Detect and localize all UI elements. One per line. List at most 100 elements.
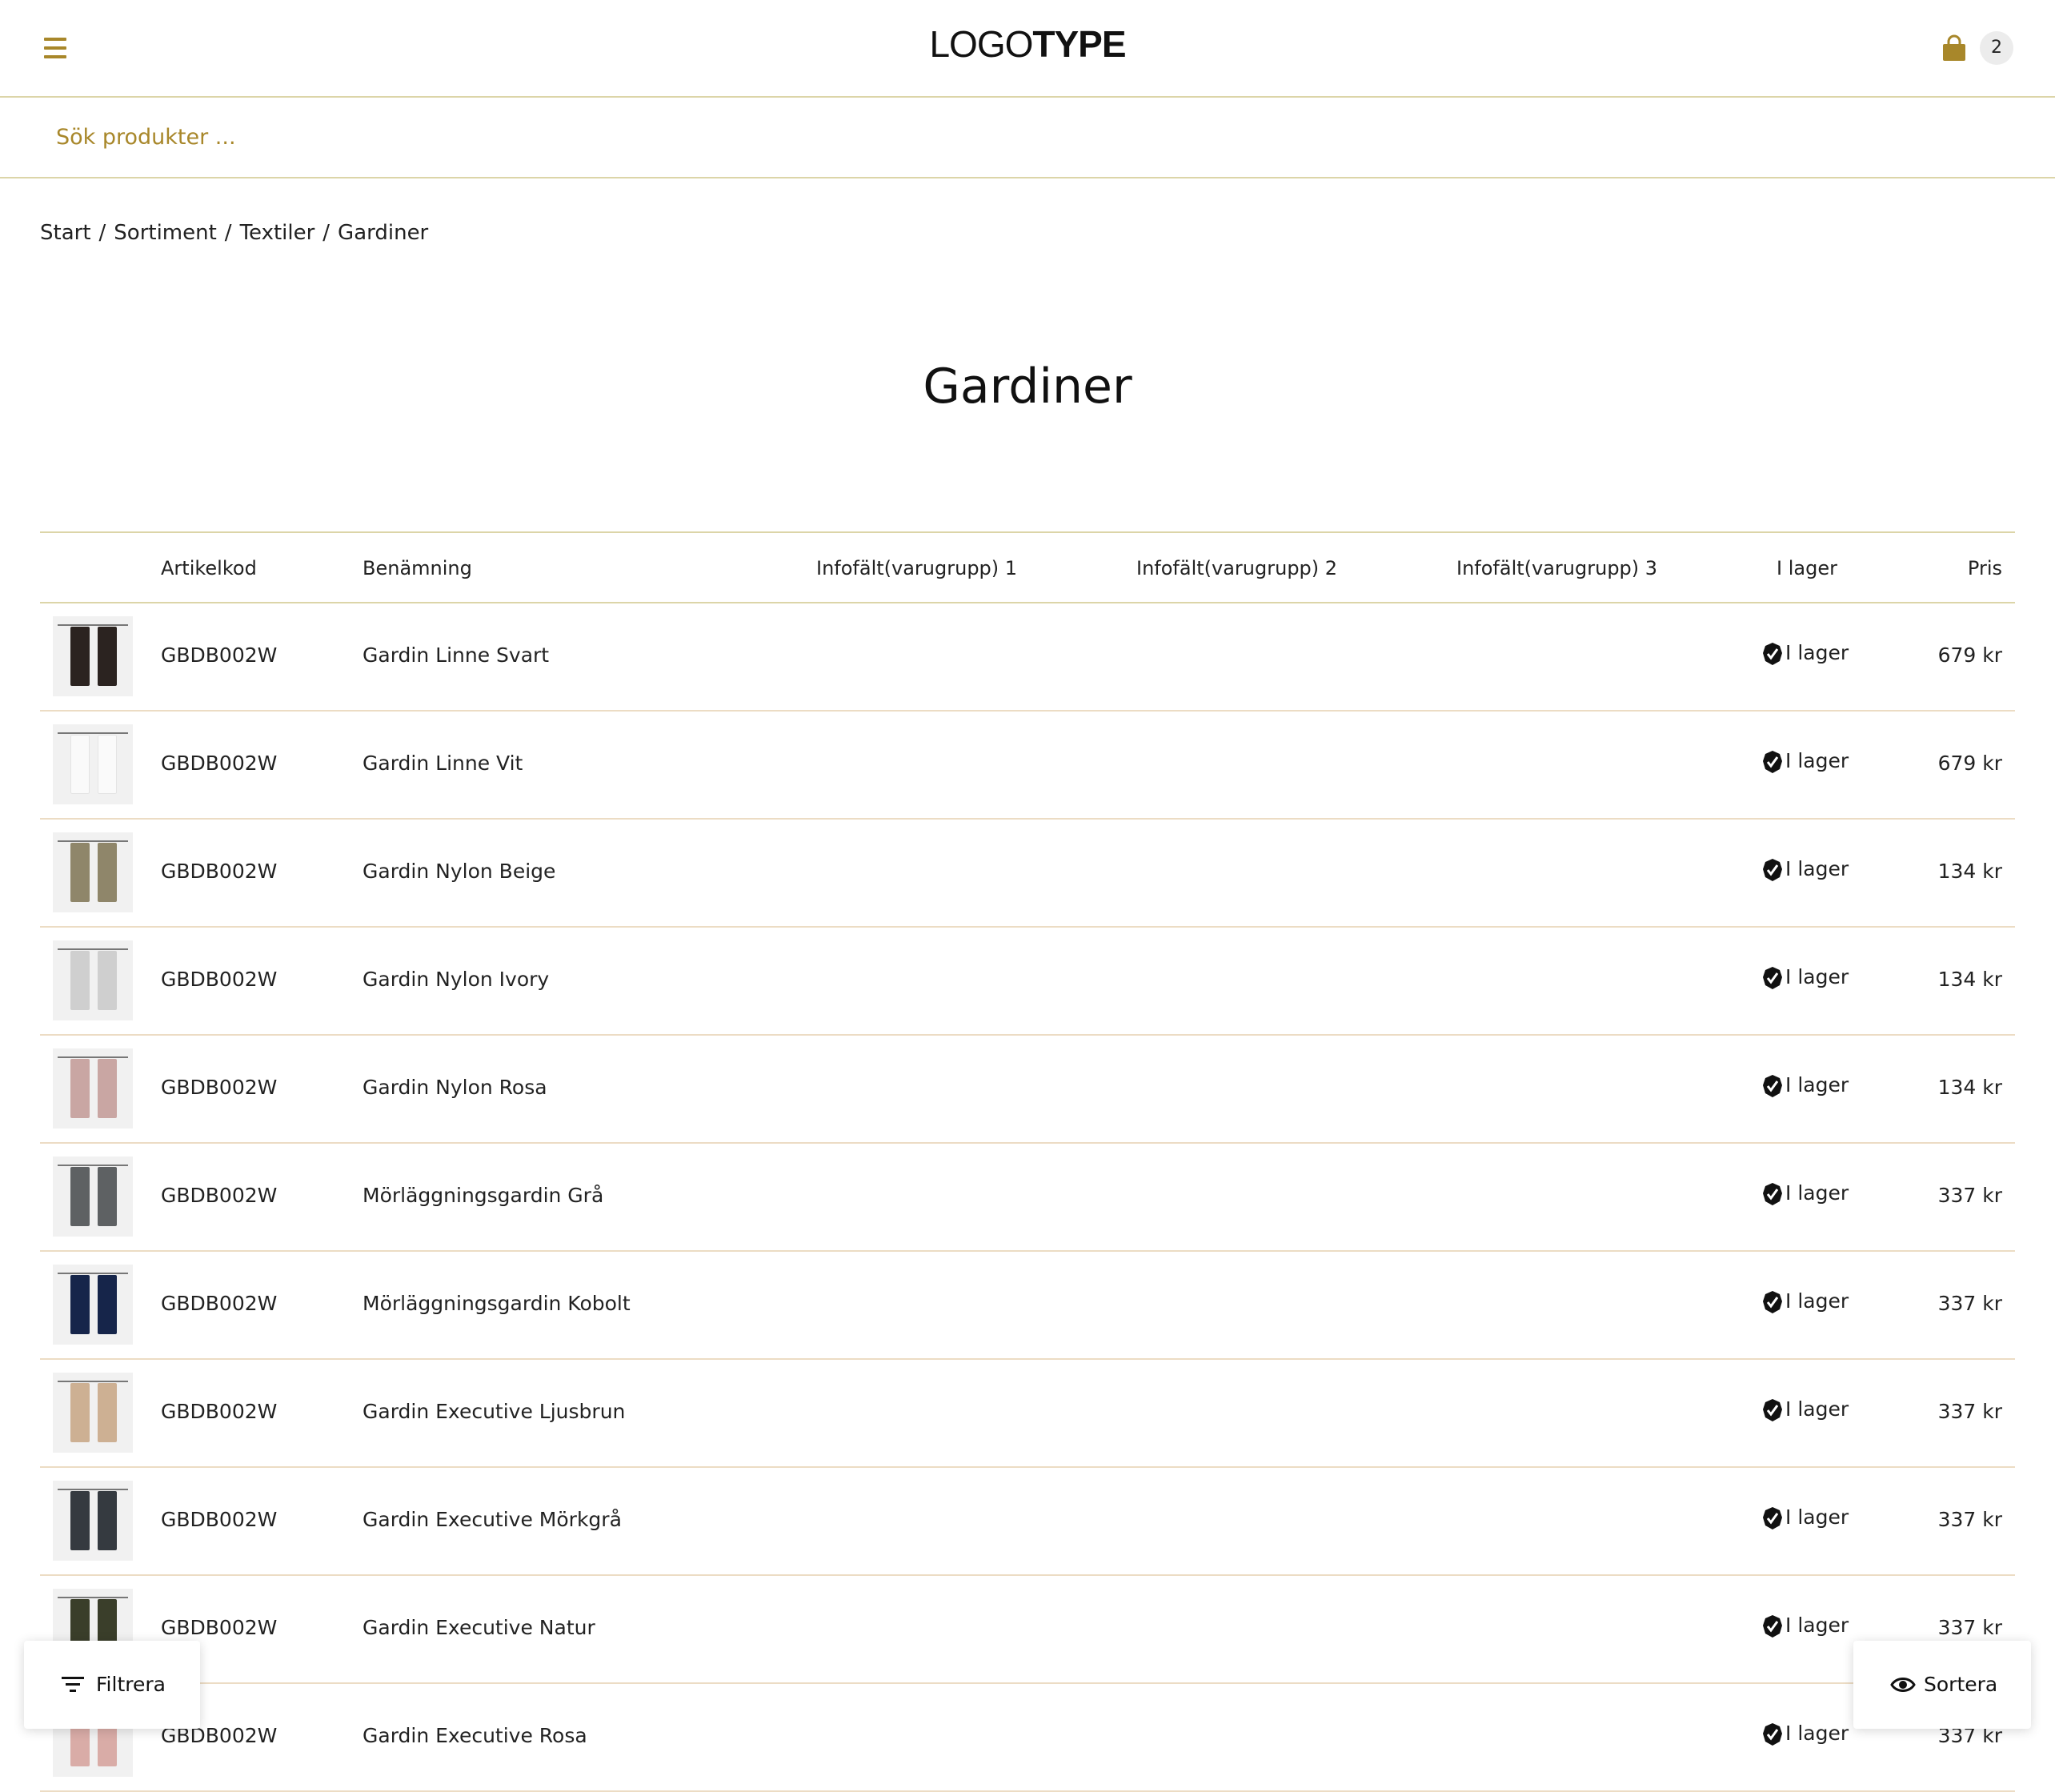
curtain-panel [70, 1491, 90, 1550]
article-code: GBDB002W [161, 968, 278, 991]
article-code: GBDB002W [161, 1400, 278, 1423]
curtain-panel [98, 1167, 117, 1226]
breadcrumb-sortiment[interactable]: Sortiment [114, 221, 217, 245]
column-header-benamning[interactable]: Benämning [363, 557, 472, 579]
search-input[interactable] [56, 113, 1897, 161]
product-name[interactable]: Mörläggningsgardin Grå [363, 1184, 603, 1207]
product-thumbnail[interactable] [53, 1481, 133, 1561]
filter-lines-icon [62, 1677, 84, 1692]
logo[interactable]: LOGOTYPE [0, 22, 2055, 66]
column-header-i-lager[interactable]: I lager [1777, 557, 1837, 579]
stock-status: I lager [1762, 641, 1849, 666]
check-badge-icon [1763, 1399, 1782, 1421]
product-price: 337 kr [1937, 1184, 2002, 1207]
product-name[interactable]: Gardin Nylon Rosa [363, 1076, 547, 1099]
cart-count-badge[interactable]: 2 [1980, 31, 2013, 65]
curtain-panel [98, 1383, 117, 1442]
product-thumbnail[interactable] [53, 832, 133, 912]
check-badge-icon [1763, 751, 1782, 773]
product-thumbnail[interactable] [53, 616, 133, 696]
product-price: 134 kr [1937, 1076, 2002, 1099]
stock-status: I lager [1762, 1181, 1849, 1206]
stock-status-label: I lager [1785, 1073, 1849, 1096]
logo-light-part: LOGO [929, 23, 1033, 65]
product-name[interactable]: Gardin Executive Rosa [363, 1724, 587, 1747]
curtain-panel [98, 1059, 117, 1118]
filter-button[interactable]: Filtrera [24, 1641, 200, 1729]
curtain-rod [58, 1381, 128, 1382]
stock-status: I lager [1762, 1722, 1849, 1746]
table-row[interactable]: GBDB002W Gardin Executive Rosa I lager 337 … [40, 1684, 2015, 1792]
stock-status: I lager [1762, 1505, 1849, 1530]
check-badge-icon [1763, 859, 1782, 881]
stock-status: I lager [1762, 1289, 1849, 1314]
sort-button[interactable]: Sortera [1853, 1641, 2031, 1729]
product-thumbnail[interactable] [53, 1265, 133, 1345]
curtain-panel [70, 735, 90, 794]
article-code: GBDB002W [161, 1184, 278, 1207]
product-name[interactable]: Gardin Nylon Beige [363, 860, 555, 883]
curtain-panel [70, 1275, 90, 1334]
product-thumbnail[interactable] [53, 940, 133, 1020]
curtain-panel [70, 627, 90, 686]
table-row[interactable]: GBDB002W Gardin Executive Mörkgrå I lager 3… [40, 1468, 2015, 1576]
product-name[interactable]: Gardin Executive Natur [363, 1616, 595, 1639]
product-thumbnail[interactable] [53, 724, 133, 804]
shopping-bag-icon[interactable] [1940, 34, 1969, 62]
breadcrumb-textiler[interactable]: Textiler [240, 221, 315, 245]
product-price: 337 kr [1937, 1292, 2002, 1315]
table-row[interactable]: GBDB002W Gardin Nylon Ivory I lager 134 kr [40, 928, 2015, 1036]
table-row[interactable]: GBDB002W Gardin Linne Vit I lager 679 kr [40, 712, 2015, 820]
column-header-info1[interactable]: Infofält(varugrupp) 1 [816, 557, 1017, 579]
product-name[interactable]: Gardin Linne Svart [363, 643, 549, 667]
stock-status: I lager [1762, 1614, 1849, 1638]
article-code: GBDB002W [161, 752, 278, 775]
curtain-rod [58, 1165, 128, 1166]
filter-button-label: Filtrera [96, 1673, 166, 1696]
column-header-info3[interactable]: Infofält(varugrupp) 3 [1456, 557, 1657, 579]
column-header-artikelkod[interactable]: Artikelkod [161, 557, 257, 579]
product-thumbnail[interactable] [53, 1157, 133, 1237]
check-badge-icon [1763, 643, 1782, 665]
curtain-panel [98, 735, 117, 794]
table-row[interactable]: GBDB002W Gardin Nylon Beige I lager 134 kr [40, 820, 2015, 928]
column-header-pris[interactable]: Pris [1968, 557, 2002, 579]
curtain-rod [58, 1056, 128, 1058]
stock-status: I lager [1762, 749, 1849, 774]
table-row[interactable]: GBDB002W Gardin Nylon Rosa I lager 134 kr [40, 1036, 2015, 1144]
curtain-panel [70, 951, 90, 1010]
article-code: GBDB002W [161, 1508, 278, 1531]
product-name[interactable]: Mörläggningsgardin Kobolt [363, 1292, 631, 1315]
table-row[interactable]: GBDB002W Gardin Executive Natur I lager 337… [40, 1576, 2015, 1684]
stock-status: I lager [1762, 1397, 1849, 1422]
product-name[interactable]: Gardin Executive Ljusbrun [363, 1400, 625, 1423]
curtain-panel [70, 1167, 90, 1226]
breadcrumb-gardiner[interactable]: Gardiner [338, 221, 428, 245]
product-price: 337 kr [1937, 1400, 2002, 1423]
breadcrumb: Start / Sortiment / Textiler / Gardiner [40, 221, 429, 245]
curtain-panel [98, 627, 117, 686]
curtain-panel [98, 951, 117, 1010]
curtain-panel [70, 1383, 90, 1442]
product-name[interactable]: Gardin Linne Vit [363, 752, 523, 775]
product-thumbnail[interactable] [53, 1048, 133, 1129]
stock-status: I lager [1762, 857, 1849, 882]
stock-status-label: I lager [1785, 1614, 1849, 1637]
table-row[interactable]: GBDB002W Mörläggningsgardin Kobolt I lager… [40, 1252, 2015, 1360]
product-price: 134 kr [1937, 968, 2002, 991]
column-header-info2[interactable]: Infofält(varugrupp) 2 [1136, 557, 1337, 579]
breadcrumb-start[interactable]: Start [40, 221, 91, 245]
product-name[interactable]: Gardin Executive Mörkgrå [363, 1508, 622, 1531]
stock-status-label: I lager [1785, 1289, 1849, 1313]
table-row[interactable]: GBDB002W Gardin Executive Ljusbrun I lager… [40, 1360, 2015, 1468]
product-thumbnail[interactable] [53, 1373, 133, 1453]
check-badge-icon [1763, 1075, 1782, 1097]
table-row[interactable]: GBDB002W Mörläggningsgardin Grå I lager 337… [40, 1144, 2015, 1252]
check-badge-icon [1763, 1723, 1782, 1746]
product-price: 134 kr [1937, 860, 2002, 883]
curtain-panel [70, 843, 90, 902]
table-row[interactable]: GBDB002W Gardin Linne Svart I lager 679 kr [40, 603, 2015, 712]
logo-bold-part: TYPE [1032, 23, 1126, 65]
product-table: Artikelkod Benämning Infofält(varugrupp)… [40, 531, 2015, 1792]
product-name[interactable]: Gardin Nylon Ivory [363, 968, 549, 991]
